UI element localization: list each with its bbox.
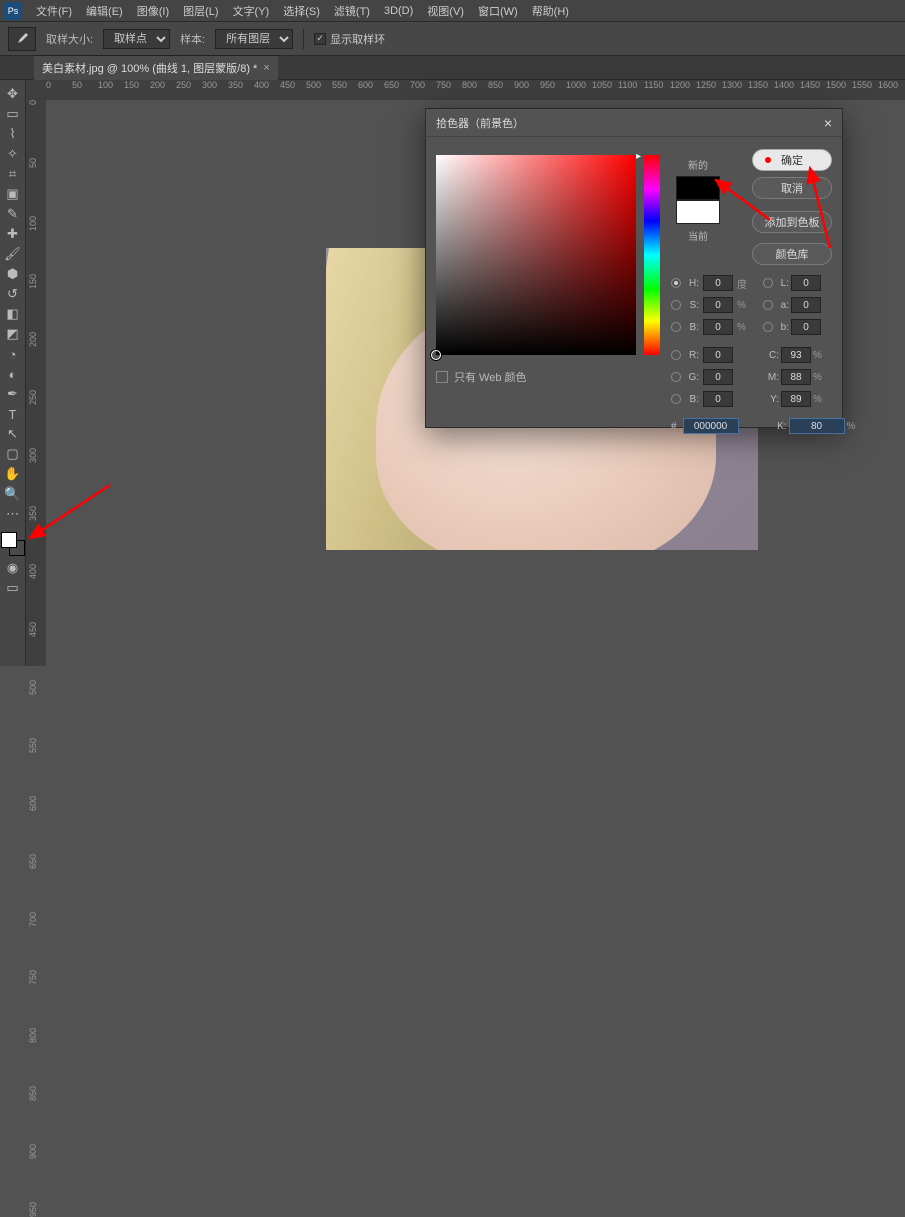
history-brush-icon[interactable]: ↺ [1,284,25,304]
menu-help[interactable]: 帮助(H) [526,1,575,21]
input-r[interactable] [703,347,733,363]
blur-tool-icon[interactable]: ◔ [1,344,25,364]
tab-title: 美白素材.jpg @ 100% (曲线 1, 图层蒙版/8) * [42,60,257,76]
document-tab[interactable]: 美白素材.jpg @ 100% (曲线 1, 图层蒙版/8) * × [34,55,278,80]
hand-tool-icon[interactable]: ✋ [1,464,25,484]
color-picker-dialog: 拾色器（前景色） × ▸ 新的 当前 确定 取消 添加到色板 颜色库 只有 We… [425,108,843,428]
hue-slider[interactable]: ▸ [644,155,660,355]
type-tool-icon[interactable]: T [1,404,25,424]
radio-a[interactable] [763,300,773,310]
input-h[interactable] [703,275,733,291]
menu-edit[interactable]: 编辑(E) [80,1,129,21]
dialog-titlebar[interactable]: 拾色器（前景色） × [426,109,842,137]
menu-view[interactable]: 视图(V) [421,1,470,21]
path-tool-icon[interactable]: ↖ [1,424,25,444]
radio-s[interactable] [671,300,681,310]
new-color-swatch [676,176,720,200]
color-swatches[interactable] [1,532,25,558]
menu-image[interactable]: 图像(I) [131,1,175,21]
input-a[interactable] [791,297,821,313]
color-preview: 新的 当前 [676,157,720,247]
input-c[interactable] [781,347,811,363]
move-tool-icon[interactable]: ✥ [1,84,25,104]
input-b[interactable] [703,319,733,335]
heal-tool-icon[interactable]: ✚ [1,224,25,244]
document-tab-bar: 美白素材.jpg @ 100% (曲线 1, 图层蒙版/8) * × [0,56,905,80]
radio-g[interactable] [671,372,681,382]
show-ring-checkbox[interactable]: ✓ 显示取样环 [314,31,385,47]
options-bar: 取样大小: 取样点 样本: 所有图层 ✓ 显示取样环 [0,22,905,56]
eraser-tool-icon[interactable]: ◧ [1,304,25,324]
cancel-button[interactable]: 取消 [752,177,832,199]
input-bb[interactable] [791,319,821,335]
menu-bar: Ps 文件(F) 编辑(E) 图像(I) 图层(L) 文字(Y) 选择(S) 滤… [0,0,905,22]
crop-tool-icon[interactable]: ⌗ [1,164,25,184]
app-logo-ps: Ps [4,2,22,20]
input-l[interactable] [791,275,821,291]
menu-file[interactable]: 文件(F) [30,1,78,21]
radio-r[interactable] [671,350,681,360]
horizontal-ruler: 0501001502002503003504004505005506006507… [26,80,905,100]
tab-close-icon[interactable]: × [263,62,269,74]
menu-window[interactable]: 窗口(W) [472,1,524,21]
eyedropper-tool-icon[interactable]: ✎ [1,204,25,224]
gradient-tool-icon[interactable]: ◩ [1,324,25,344]
tools-panel: ✥ ▭ ⌇ ✧ ⌗ ▣ ✎ ✚ 🖌 ⬢ ↺ ◧ ◩ ◔ ◐ ✒ T ↖ ▢ ✋ … [0,80,26,666]
sv-marker-icon[interactable] [431,350,441,360]
saturation-value-box[interactable] [436,155,636,355]
web-colors-label: 只有 Web 颜色 [454,369,527,385]
wand-tool-icon[interactable]: ✧ [1,144,25,164]
input-y[interactable] [781,391,811,407]
eyedropper-icon[interactable] [8,27,36,51]
marquee-tool-icon[interactable]: ▭ [1,104,25,124]
show-ring-label: 显示取样环 [330,31,385,47]
color-libraries-button[interactable]: 颜色库 [752,243,832,265]
input-hex[interactable] [683,418,739,434]
input-k[interactable] [789,418,845,434]
color-fields: H: 度 L: S: % a: B: % b: R: [671,272,829,434]
input-bc[interactable] [703,391,733,407]
foreground-color-swatch[interactable] [1,532,17,548]
pen-tool-icon[interactable]: ✒ [1,384,25,404]
sample-size-select[interactable]: 取样点 [103,29,170,49]
radio-bb[interactable] [763,322,773,332]
current-color-swatch [676,200,720,224]
menu-type[interactable]: 文字(Y) [227,1,276,21]
sample-size-label: 取样大小: [46,31,93,47]
dodge-tool-icon[interactable]: ◐ [1,364,25,384]
radio-l[interactable] [763,278,773,288]
frame-tool-icon[interactable]: ▣ [1,184,25,204]
menu-layer[interactable]: 图层(L) [177,1,224,21]
edit-toolbar-icon[interactable]: ⋯ [1,504,25,524]
input-s[interactable] [703,297,733,313]
dialog-title: 拾色器（前景色） [436,115,524,131]
web-colors-checkbox[interactable]: 只有 Web 颜色 [436,369,527,385]
input-m[interactable] [781,369,811,385]
menu-select[interactable]: 选择(S) [277,1,326,21]
radio-bc[interactable] [671,394,681,404]
shape-tool-icon[interactable]: ▢ [1,444,25,464]
radio-h[interactable] [671,278,681,288]
hex-label: # [671,421,677,432]
zoom-tool-icon[interactable]: 🔍 [1,484,25,504]
stamp-tool-icon[interactable]: ⬢ [1,264,25,284]
sample-label: 样本: [180,31,205,47]
dialog-close-icon[interactable]: × [824,115,832,131]
menu-3d[interactable]: 3D(D) [378,3,419,19]
ok-button[interactable]: 确定 [752,149,832,171]
menu-filter[interactable]: 滤镜(T) [328,1,376,21]
brush-tool-icon[interactable]: 🖌 [1,244,25,264]
screenmode-icon[interactable]: ▭ [1,578,25,598]
radio-b[interactable] [671,322,681,332]
new-color-label: 新的 [676,157,720,172]
hue-marker-icon[interactable]: ▸ [636,151,641,162]
lasso-tool-icon[interactable]: ⌇ [1,124,25,144]
annotation-dot [765,157,771,163]
add-to-swatches-button[interactable]: 添加到色板 [752,211,832,233]
input-g[interactable] [703,369,733,385]
current-color-label: 当前 [676,228,720,243]
vertical-ruler: 0501001502002503003504004505005506006507… [26,100,46,666]
quickmask-icon[interactable]: ◉ [1,558,25,578]
sample-select[interactable]: 所有图层 [215,29,293,49]
